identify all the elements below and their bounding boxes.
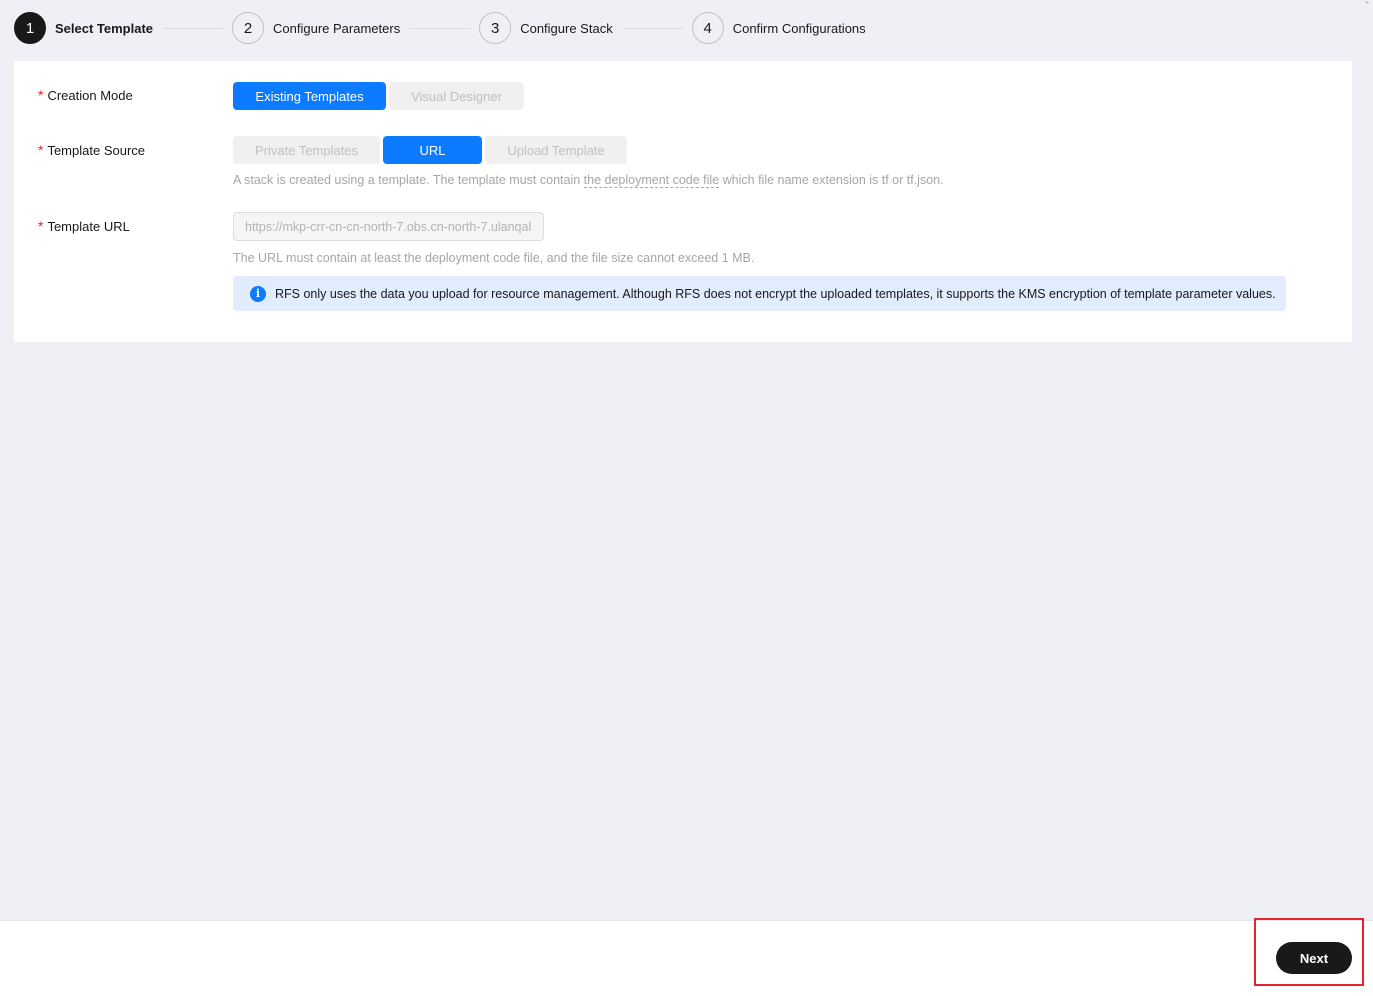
step-connector [622,27,683,29]
step-progress: 1 Select Template 2 Configure Parameters… [14,11,866,45]
creation-mode-selector: Existing Templates Visual Designer [233,82,524,110]
step-connector [163,27,224,29]
helper-text-suffix: which file name extension is tf or tf.js… [719,173,944,187]
template-url-helper: The URL must contain at least the deploy… [233,251,755,265]
step-label: Configure Stack [520,20,613,36]
template-url-label: * Template URL [38,218,130,234]
required-mark: * [38,87,44,103]
template-url-label-text: Template URL [47,218,130,234]
visual-designer-option[interactable]: Visual Designer [389,82,524,110]
step-number-3: 3 [479,12,512,44]
template-source-helper: A stack is created using a template. The… [233,173,944,188]
step-configure-parameters[interactable]: 2 Configure Parameters [232,12,400,44]
info-alert-text: RFS only uses the data you upload for re… [275,286,1276,301]
step-label: Select Template [55,20,154,36]
step-number-4: 4 [691,12,724,44]
existing-templates-option[interactable]: Existing Templates [233,82,386,110]
step-number-1: 1 [14,12,46,44]
upload-template-option[interactable]: Upload Template [485,136,627,164]
step-label: Configure Parameters [273,20,401,36]
required-mark: * [38,218,44,234]
step-number-2: 2 [232,12,265,44]
next-button[interactable]: Next [1276,942,1352,974]
template-source-label: * Template Source [38,142,145,158]
step-connector [410,27,471,29]
template-form-card: * Creation Mode Existing Templates Visua… [14,61,1352,342]
window-corner-mark [1365,0,1370,4]
step-configure-stack[interactable]: 3 Configure Stack [479,12,613,44]
template-url-input[interactable] [233,212,544,241]
creation-mode-label-text: Creation Mode [47,87,133,103]
url-option[interactable]: URL [383,136,482,164]
creation-mode-label: * Creation Mode [38,87,133,103]
step-label: Confirm Configurations [732,20,866,36]
deployment-code-file-tooltip[interactable]: the deployment code file [583,173,720,188]
required-mark: * [38,142,44,158]
step-select-template[interactable]: 1 Select Template [14,12,153,44]
footer-bar [0,920,1373,996]
helper-text-prefix: A stack is created using a template. The… [233,173,584,187]
template-source-selector: Private Templates URL Upload Template [233,136,627,164]
private-templates-option[interactable]: Private Templates [233,136,380,164]
template-source-label-text: Template Source [47,142,146,158]
step-confirm-configurations[interactable]: 4 Confirm Configurations [691,12,866,44]
info-alert: i RFS only uses the data you upload for … [233,276,1286,311]
info-icon: i [250,285,266,302]
